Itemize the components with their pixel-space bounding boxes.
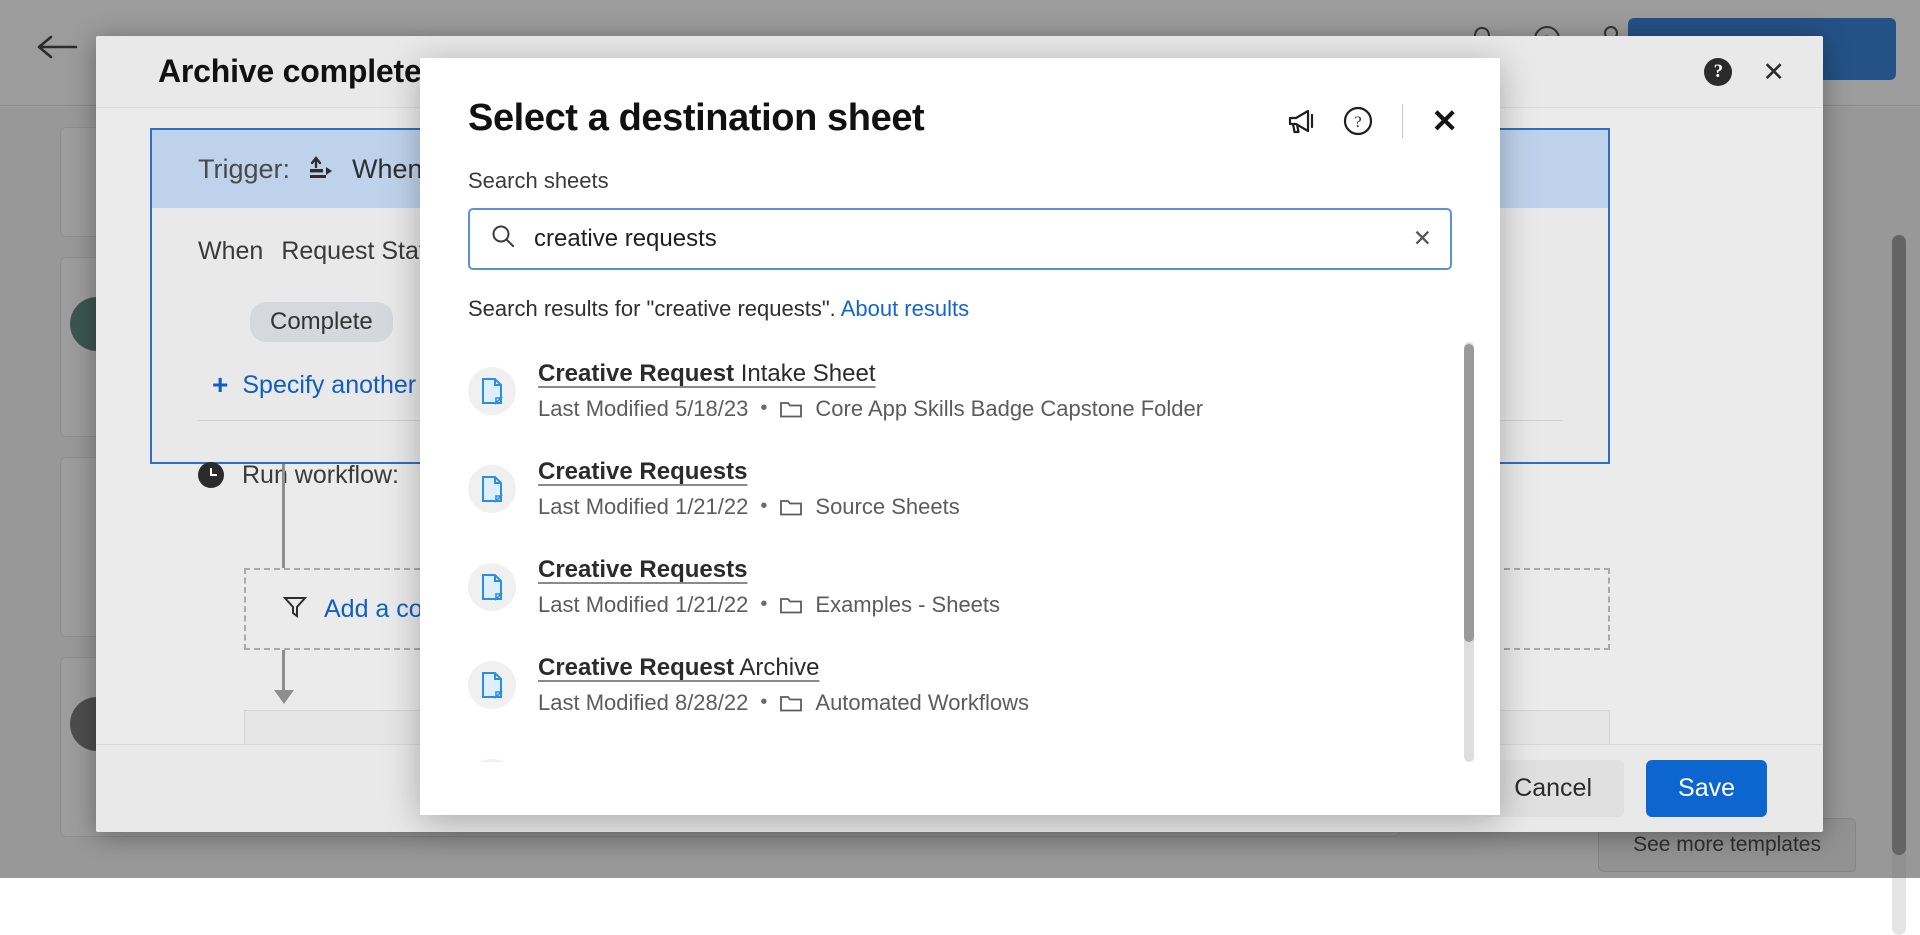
close-icon[interactable]: ✕ [1431, 105, 1458, 137]
folder-icon [779, 399, 803, 419]
last-modified: Last Modified 1/21/22 [538, 494, 748, 520]
sheet-name-match: Creative Requests [538, 556, 747, 583]
status-pill[interactable]: Complete [250, 302, 393, 342]
sheet-name[interactable]: Creative Request Archive [538, 654, 1029, 682]
sheet-name-rest: Intake Sheet [734, 360, 875, 387]
when-label: When [198, 237, 263, 266]
svg-text:?: ? [1355, 114, 1362, 131]
list-item[interactable]: Creative Request Archive Last Modified 8… [468, 636, 1500, 734]
workflow-dialog-header-icons: ? ✕ [1704, 58, 1785, 86]
list-item-text: Creative Requests Last Modified 1/21/22 … [538, 556, 1000, 618]
list-item[interactable]: Creative Request Intake Sheet Last Modif… [468, 342, 1500, 440]
last-modified: Last Modified 5/18/23 [538, 396, 748, 422]
filter-icon [282, 593, 308, 626]
clock-icon [198, 462, 224, 488]
close-icon[interactable]: ✕ [1762, 59, 1785, 86]
last-modified: Last Modified 1/21/22 [538, 592, 748, 618]
workflow-dialog-title: Archive complete [158, 53, 422, 90]
search-results-meta: Search results for "creative requests". … [420, 270, 1500, 322]
cancel-button[interactable]: Cancel [1482, 760, 1624, 817]
rows-changed-icon [306, 153, 336, 186]
save-button[interactable]: Save [1646, 760, 1767, 817]
results-scrollbar-thumb[interactable] [1464, 344, 1474, 642]
meta-separator: • [760, 495, 767, 518]
list-item-text: Creative Requests Last Modified 1/21/22 … [538, 458, 960, 520]
list-item[interactable]: Creative Request Intake Sheet [468, 734, 1500, 762]
search-label: Search sheets [420, 140, 1500, 194]
list-item[interactable]: Creative Requests Last Modified 1/21/22 … [468, 440, 1500, 538]
sheet-name[interactable]: Creative Request Intake Sheet [538, 360, 1203, 388]
folder-name: Examples - Sheets [815, 592, 1000, 618]
sheet-name-rest: Archive [734, 654, 819, 681]
megaphone-icon[interactable] [1286, 106, 1320, 136]
sheet-icon [468, 759, 516, 762]
sheet-icon [468, 563, 516, 611]
sheet-name-match: Creative Request [538, 654, 734, 681]
search-field[interactable]: ✕ [468, 208, 1452, 270]
clear-search-icon[interactable]: ✕ [1405, 225, 1432, 252]
sheet-icon [468, 465, 516, 513]
select-destination-sheet-modal: Select a destination sheet ? ✕ Search sh… [420, 58, 1500, 815]
modal-header: Select a destination sheet ? ✕ [420, 58, 1500, 140]
search-input[interactable] [516, 225, 1405, 253]
sheet-name[interactable]: Creative Requests [538, 458, 960, 486]
help-circle-icon[interactable]: ? [1342, 105, 1374, 137]
search-icon [490, 223, 516, 254]
folder-name: Automated Workflows [815, 690, 1029, 716]
sheet-icon [468, 367, 516, 415]
header-divider [1402, 104, 1403, 138]
meta-separator: • [760, 397, 767, 420]
list-item-text: Creative Request Archive Last Modified 8… [538, 654, 1029, 716]
sheet-meta: Last Modified 5/18/23 • Core App Skills … [538, 396, 1203, 422]
folder-icon [779, 595, 803, 615]
workflow-connector [282, 464, 285, 568]
sheet-meta: Last Modified 1/21/22 • Source Sheets [538, 494, 960, 520]
workflow-arrow [282, 650, 285, 698]
sheet-meta: Last Modified 1/21/22 • Examples - Sheet… [538, 592, 1000, 618]
trigger-label: Trigger: [198, 154, 290, 185]
sheet-meta: Last Modified 8/28/22 • Automated Workfl… [538, 690, 1029, 716]
plus-icon: + [212, 369, 228, 401]
modal-title: Select a destination sheet [468, 98, 924, 140]
folder-icon [779, 497, 803, 517]
sheet-name[interactable]: Creative Requests [538, 556, 1000, 584]
sheet-icon [468, 661, 516, 709]
search-results-list: Creative Request Intake Sheet Last Modif… [420, 342, 1500, 762]
meta-separator: • [760, 691, 767, 714]
sheet-name-match: Creative Requests [538, 458, 747, 485]
search-results-meta-text: Search results for "creative requests". [468, 296, 836, 321]
meta-separator: • [760, 593, 767, 616]
sheet-name-match: Creative Request [538, 360, 734, 387]
list-item-text: Creative Request Intake Sheet Last Modif… [538, 360, 1203, 422]
folder-name: Core App Skills Badge Capstone Folder [815, 396, 1203, 422]
about-results-link[interactable]: About results [841, 296, 969, 321]
run-workflow-label: Run workflow: [242, 461, 399, 490]
last-modified: Last Modified 8/28/22 [538, 690, 748, 716]
folder-icon [779, 693, 803, 713]
list-item[interactable]: Creative Requests Last Modified 1/21/22 … [468, 538, 1500, 636]
modal-header-icons: ? ✕ [1286, 104, 1458, 138]
help-filled-icon[interactable]: ? [1704, 58, 1732, 86]
folder-name: Source Sheets [815, 494, 959, 520]
